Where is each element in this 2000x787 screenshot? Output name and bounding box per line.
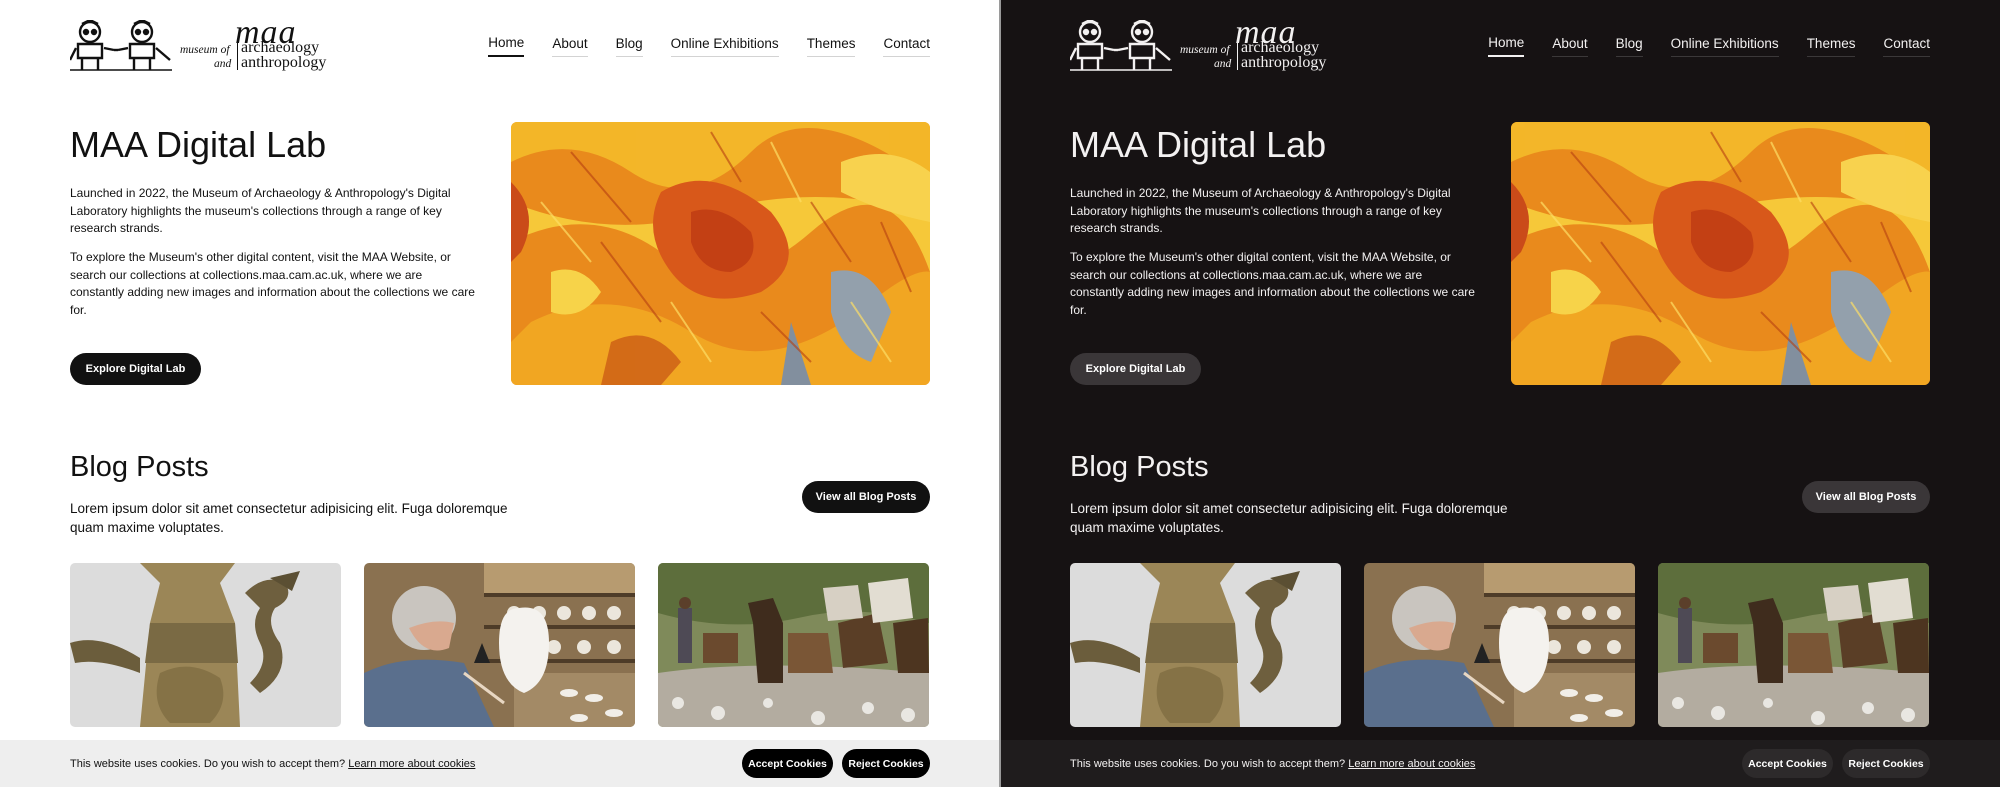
logo-wordmark: maa museum of and archaeology anthropolo… [180,14,332,72]
blog-card[interactable] [70,563,341,763]
nav-home[interactable]: Home [1488,35,1525,57]
feather-hero-image [1511,122,1930,385]
ceramic-painter-image [1364,563,1635,727]
cookie-banner: This website uses cookies. Do you wish t… [0,740,1000,787]
learn-more-cookies-link[interactable]: Learn more about cookies [1348,758,1475,770]
blog-description: Lorem ipsum dolor sit amet consectetur a… [70,501,508,535]
blog-card[interactable] [1070,563,1341,763]
blog-card[interactable] [1364,563,1635,763]
learn-more-cookies-link[interactable]: Learn more about cookies [348,758,475,770]
cookie-question: This website uses cookies. Do you wish t… [1070,757,1346,770]
logo-anthropology-text: anthropology [1237,55,1326,71]
hero-paragraph-1: Launched in 2022, the Museum of Archaeol… [70,186,451,235]
explore-digital-lab-button[interactable]: Explore Digital Lab [1070,353,1201,385]
main-nav: Home About Blog Online Exhibitions Theme… [488,35,930,57]
brass-ewer-dragon-image [70,563,341,727]
cookie-message: This website uses cookies. Do you wish t… [70,758,742,770]
pack-mules-image [1658,563,1929,727]
brass-ewer-dragon-image [1070,563,1341,727]
cookie-banner: This website uses cookies. Do you wish t… [1000,740,2000,787]
logo-archaeology-text: archaeology [1237,40,1319,56]
logo-museum-of-text: museum of [1180,44,1230,56]
nav-contact[interactable]: Contact [883,36,930,57]
blog-card[interactable] [658,563,929,763]
cookie-message: This website uses cookies. Do you wish t… [1070,758,1742,770]
figures-logo-icon [1070,20,1172,71]
hero-paragraph-2: To explore the Museum's other digital co… [70,250,475,317]
blog-cards [1070,563,1930,763]
nav-blog[interactable]: Blog [615,36,643,57]
feather-hero-image [511,122,930,385]
logo-museum-of-text: museum of [180,44,230,56]
logo-archaeology-text: archaeology [237,40,319,56]
reject-cookies-button[interactable]: Reject Cookies [842,749,930,778]
hero-paragraph-1: Launched in 2022, the Museum of Archaeol… [1070,186,1451,235]
nav-online-exhibitions[interactable]: Online Exhibitions [1670,36,1779,57]
view-all-blog-posts-button[interactable]: View all Blog Posts [1802,481,1930,513]
main-nav: Home About Blog Online Exhibitions Theme… [1488,35,1930,57]
blog-cards [70,563,930,763]
figures-logo-icon [70,20,172,71]
site-header: maa museum of and archaeology anthropolo… [1070,14,1930,74]
hero-title: MAA Digital Lab [70,124,327,165]
cookie-question: This website uses cookies. Do you wish t… [70,757,346,770]
blog-posts-title: Blog Posts [1070,451,1209,483]
reject-cookies-button[interactable]: Reject Cookies [1842,749,1930,778]
site-header: maa museum of and archaeology anthropolo… [70,14,930,74]
nav-home[interactable]: Home [488,35,525,57]
blog-posts-title: Blog Posts [70,451,209,483]
logo-and-text: and [214,58,232,70]
explore-digital-lab-button[interactable]: Explore Digital Lab [70,353,201,385]
nav-themes[interactable]: Themes [806,36,856,57]
nav-online-exhibitions[interactable]: Online Exhibitions [670,36,779,57]
light-theme-panel: maa museum of and archaeology anthropolo… [0,0,1000,787]
accept-cookies-button[interactable]: Accept Cookies [742,749,833,778]
blog-card[interactable] [364,563,635,763]
nav-blog[interactable]: Blog [1615,36,1643,57]
view-all-blog-posts-button[interactable]: View all Blog Posts [802,481,930,513]
hero-paragraph-2: To explore the Museum's other digital co… [1070,250,1475,317]
logo-anthropology-text: anthropology [237,55,326,71]
logo-and-text: and [1214,58,1232,70]
site-logo[interactable]: maa museum of and archaeology anthropolo… [70,14,332,72]
ceramic-painter-image [364,563,635,727]
logo-wordmark: maa museum of and archaeology anthropolo… [1180,14,1332,72]
panel-divider [999,0,1001,787]
pack-mules-image [658,563,929,727]
nav-about[interactable]: About [1552,36,1588,57]
blog-card[interactable] [1658,563,1929,763]
nav-contact[interactable]: Contact [1883,36,1930,57]
nav-about[interactable]: About [552,36,588,57]
site-logo[interactable]: maa museum of and archaeology anthropolo… [1070,14,1332,72]
dark-theme-panel: maa museum of and archaeology anthropolo… [1000,0,2000,787]
hero-title: MAA Digital Lab [1070,124,1327,165]
nav-themes[interactable]: Themes [1806,36,1856,57]
blog-description: Lorem ipsum dolor sit amet consectetur a… [1070,501,1508,535]
accept-cookies-button[interactable]: Accept Cookies [1742,749,1833,778]
